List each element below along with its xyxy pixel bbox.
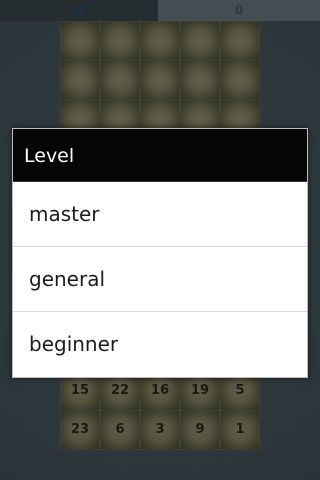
level-option-beginner[interactable]: beginner	[13, 312, 307, 376]
level-option-label: master	[29, 202, 100, 226]
level-option-master[interactable]: master	[13, 182, 307, 246]
level-option-label: general	[29, 267, 106, 291]
level-dialog: Level master general beginner	[12, 128, 308, 378]
dialog-title: Level	[24, 145, 75, 167]
dialog-title-bar: Level	[13, 129, 307, 182]
level-option-label: beginner	[29, 332, 119, 356]
level-option-general[interactable]: general	[13, 247, 307, 311]
